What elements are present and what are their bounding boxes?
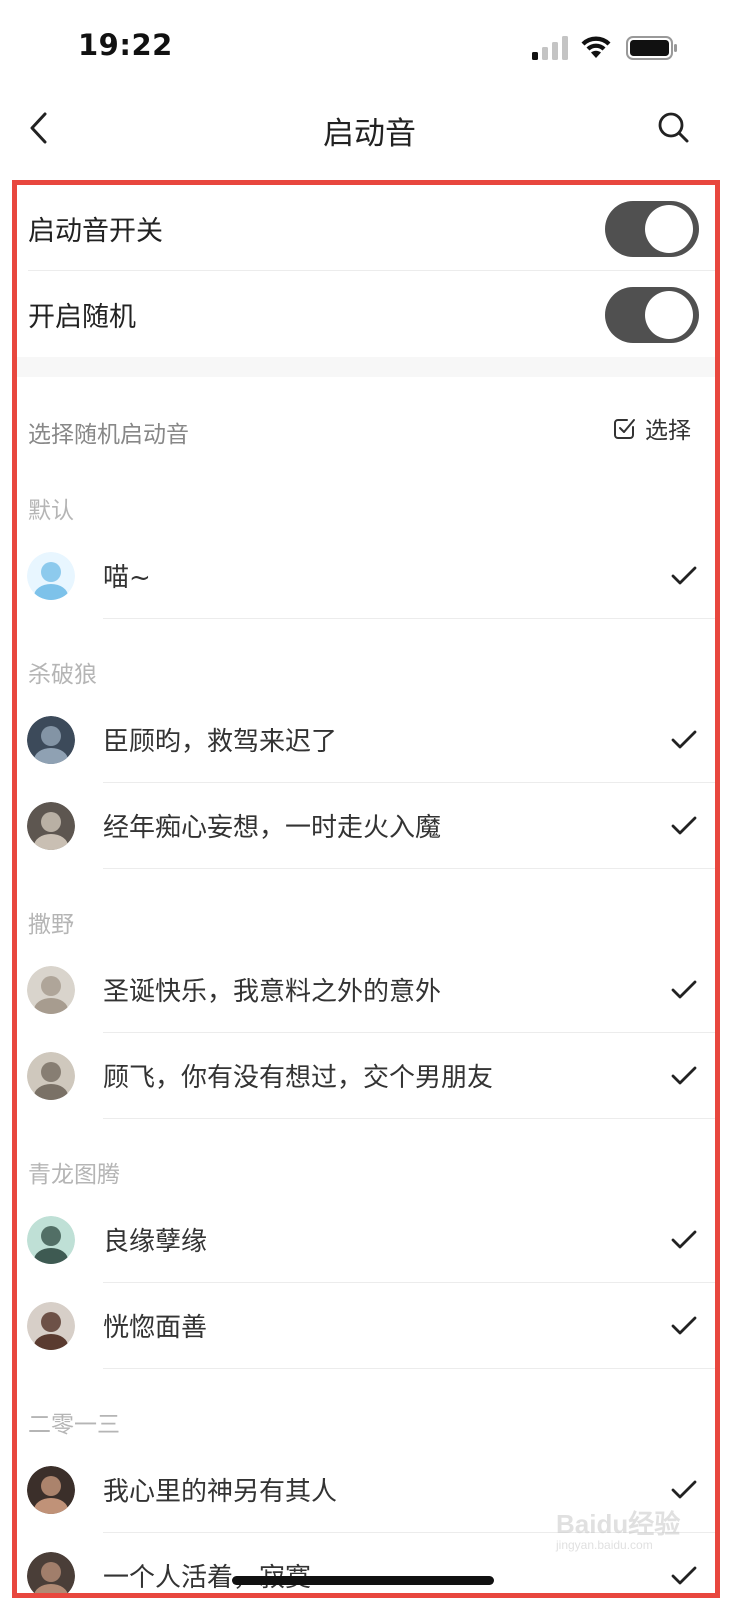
sound-title: 良缘孽缘 <box>103 1227 208 1257</box>
group-header: 杀破狼 <box>17 637 715 697</box>
checkmark-icon <box>671 980 697 999</box>
section-separator <box>17 357 715 377</box>
sound-item[interactable]: 良缘孽缘 <box>17 1197 715 1283</box>
character-avatar <box>27 1466 75 1514</box>
random-select-hint: 选择随机启动音 <box>28 422 189 448</box>
sound-title: 恍惚面善 <box>103 1313 208 1343</box>
checkmark-icon <box>671 1566 697 1585</box>
sound-title: 圣诞快乐，我意料之外的意外 <box>103 977 442 1007</box>
character-avatar <box>27 802 75 850</box>
nav-bar: 启动音 <box>0 96 739 180</box>
sound-title: 顾飞，你有没有想过，交个男朋友 <box>103 1063 494 1093</box>
switch-knob <box>645 291 693 339</box>
sound-title: 经年痴心妄想，一时走火入魔 <box>103 813 442 843</box>
sound-title: 一个人活着，寂寞 <box>103 1563 312 1593</box>
checkmark-icon <box>671 816 697 835</box>
character-avatar <box>27 1052 75 1100</box>
divider <box>103 618 715 619</box>
status-time: 19:22 <box>78 28 173 62</box>
checkmark-icon <box>671 566 697 585</box>
startup-sound-switch[interactable] <box>605 201 699 257</box>
home-indicator[interactable] <box>232 1576 494 1585</box>
watermark-text: Baidu经验 <box>556 1509 681 1539</box>
checkmark-icon <box>671 1480 697 1499</box>
checkmark-icon <box>671 1066 697 1085</box>
toggle-row-startup-sound: 启动音开关 <box>17 185 715 271</box>
select-button-label: 选择 <box>645 418 691 444</box>
group-header: 默认 <box>17 473 715 533</box>
group-title: 青龙图腾 <box>28 1162 120 1188</box>
status-bar: 19:22 <box>0 0 739 96</box>
sound-item[interactable]: 恍惚面善 <box>17 1283 715 1369</box>
divider <box>103 1118 715 1119</box>
character-avatar <box>27 716 75 764</box>
character-avatar <box>27 1216 75 1264</box>
sound-item[interactable]: 圣诞快乐，我意料之外的意外 <box>17 947 715 1033</box>
watermark-logo: Baidu经验 jingyan.baidu.com <box>556 1500 706 1560</box>
sound-item[interactable]: 喵~ <box>17 533 715 619</box>
switch-knob <box>645 205 693 253</box>
sound-item[interactable]: 顾飞，你有没有想过，交个男朋友 <box>17 1033 715 1119</box>
settings-content: 启动音开关 开启随机 选择随机启动音 选择 默认喵~ 杀破狼臣顾昀，救驾来迟了经年… <box>17 185 715 1593</box>
toggle-label: 启动音开关 <box>28 216 163 247</box>
character-avatar <box>27 1302 75 1350</box>
toggle-row-random: 开启随机 <box>17 271 715 357</box>
divider <box>103 1368 715 1369</box>
character-avatar <box>27 1552 75 1593</box>
checkbox-edit-icon <box>614 419 635 439</box>
sound-item[interactable]: 经年痴心妄想，一时走火入魔 <box>17 783 715 869</box>
random-select-row: 选择随机启动音 选择 <box>17 377 715 473</box>
group-gap <box>17 869 715 887</box>
page-title: 启动音 <box>323 116 416 152</box>
cellular-signal-icon <box>532 36 568 60</box>
group-header: 青龙图腾 <box>17 1137 715 1197</box>
checkmark-icon <box>671 1230 697 1249</box>
sound-title: 臣顾昀，救驾来迟了 <box>103 727 338 757</box>
random-switch[interactable] <box>605 287 699 343</box>
checkmark-icon <box>671 730 697 749</box>
character-avatar <box>27 966 75 1014</box>
group-gap <box>17 1369 715 1387</box>
group-gap <box>17 1119 715 1137</box>
toggle-label: 开启随机 <box>28 302 136 333</box>
group-title: 撒野 <box>28 912 74 938</box>
battery-icon <box>626 36 677 60</box>
group-gap <box>17 619 715 637</box>
group-title: 杀破狼 <box>28 662 97 688</box>
group-title: 二零一三 <box>28 1412 120 1438</box>
divider <box>103 868 715 869</box>
group-title: 默认 <box>28 498 74 524</box>
character-avatar <box>27 552 75 600</box>
sound-title: 我心里的神另有其人 <box>103 1477 338 1507</box>
select-button[interactable]: 选择 <box>613 411 691 445</box>
sound-groups: 默认喵~ 杀破狼臣顾昀，救驾来迟了经年痴心妄想，一时走火入魔撒野圣诞快乐，我意料之… <box>17 473 715 1593</box>
wifi-icon <box>581 36 611 58</box>
group-header: 撒野 <box>17 887 715 947</box>
watermark-subtext: jingyan.baidu.com <box>556 1538 653 1552</box>
search-icon[interactable] <box>654 108 694 148</box>
group-header: 二零一三 <box>17 1387 715 1447</box>
checkmark-icon <box>671 1316 697 1335</box>
sound-title: 喵~ <box>103 563 151 593</box>
sound-item[interactable]: 臣顾昀，救驾来迟了 <box>17 697 715 783</box>
